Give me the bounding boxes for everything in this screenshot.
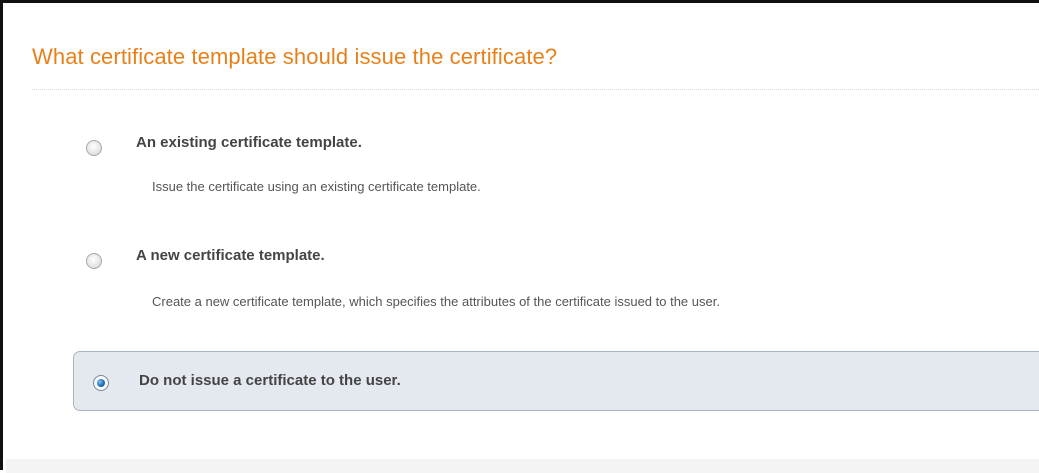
radio-unselected-icon[interactable] bbox=[86, 140, 102, 156]
radio-unselected-icon[interactable] bbox=[86, 253, 102, 269]
wizard-panel: What certificate template should issue t… bbox=[0, 0, 1039, 473]
option-existing-template[interactable]: An existing certificate template. Issue … bbox=[73, 123, 1039, 211]
option-title: An existing certificate template. bbox=[136, 134, 362, 151]
title-divider bbox=[32, 89, 1039, 90]
option-title: Do not issue a certificate to the user. bbox=[139, 372, 401, 389]
footer-area bbox=[6, 459, 1039, 473]
option-do-not-issue[interactable]: Do not issue a certificate to the user. bbox=[73, 351, 1039, 411]
option-new-template[interactable]: A new certificate template. Create a new… bbox=[73, 236, 1039, 331]
option-description: Create a new certificate template, which… bbox=[152, 294, 720, 309]
option-title: A new certificate template. bbox=[136, 247, 325, 264]
option-description: Issue the certificate using an existing … bbox=[152, 179, 481, 194]
radio-selected-icon[interactable] bbox=[93, 375, 109, 391]
page-title: What certificate template should issue t… bbox=[32, 44, 558, 69]
radio-dot-icon bbox=[97, 379, 105, 387]
